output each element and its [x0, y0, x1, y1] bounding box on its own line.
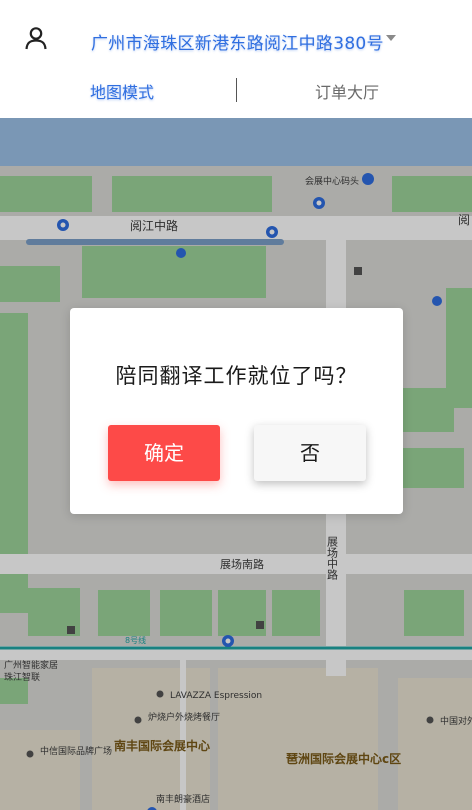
- cancel-button[interactable]: 否: [254, 425, 366, 481]
- tab-map-mode[interactable]: 地图模式: [90, 79, 154, 103]
- confirm-dialog: 陪同翻译工作就位了吗？ 确定 否: [70, 308, 403, 514]
- user-icon[interactable]: [24, 26, 48, 50]
- confirm-button[interactable]: 确定: [108, 425, 220, 481]
- tab-order-hall[interactable]: 订单大厅: [315, 79, 379, 103]
- address-selector[interactable]: 广州市海珠区新港东路阅江中路380号: [91, 29, 384, 54]
- chevron-down-icon[interactable]: [386, 35, 396, 41]
- dialog-title: 陪同翻译工作就位了吗？: [115, 364, 358, 388]
- app-header: 广州市海珠区新港东路阅江中路380号 地图模式 订单大厅: [0, 0, 472, 118]
- tab-divider: [236, 78, 237, 102]
